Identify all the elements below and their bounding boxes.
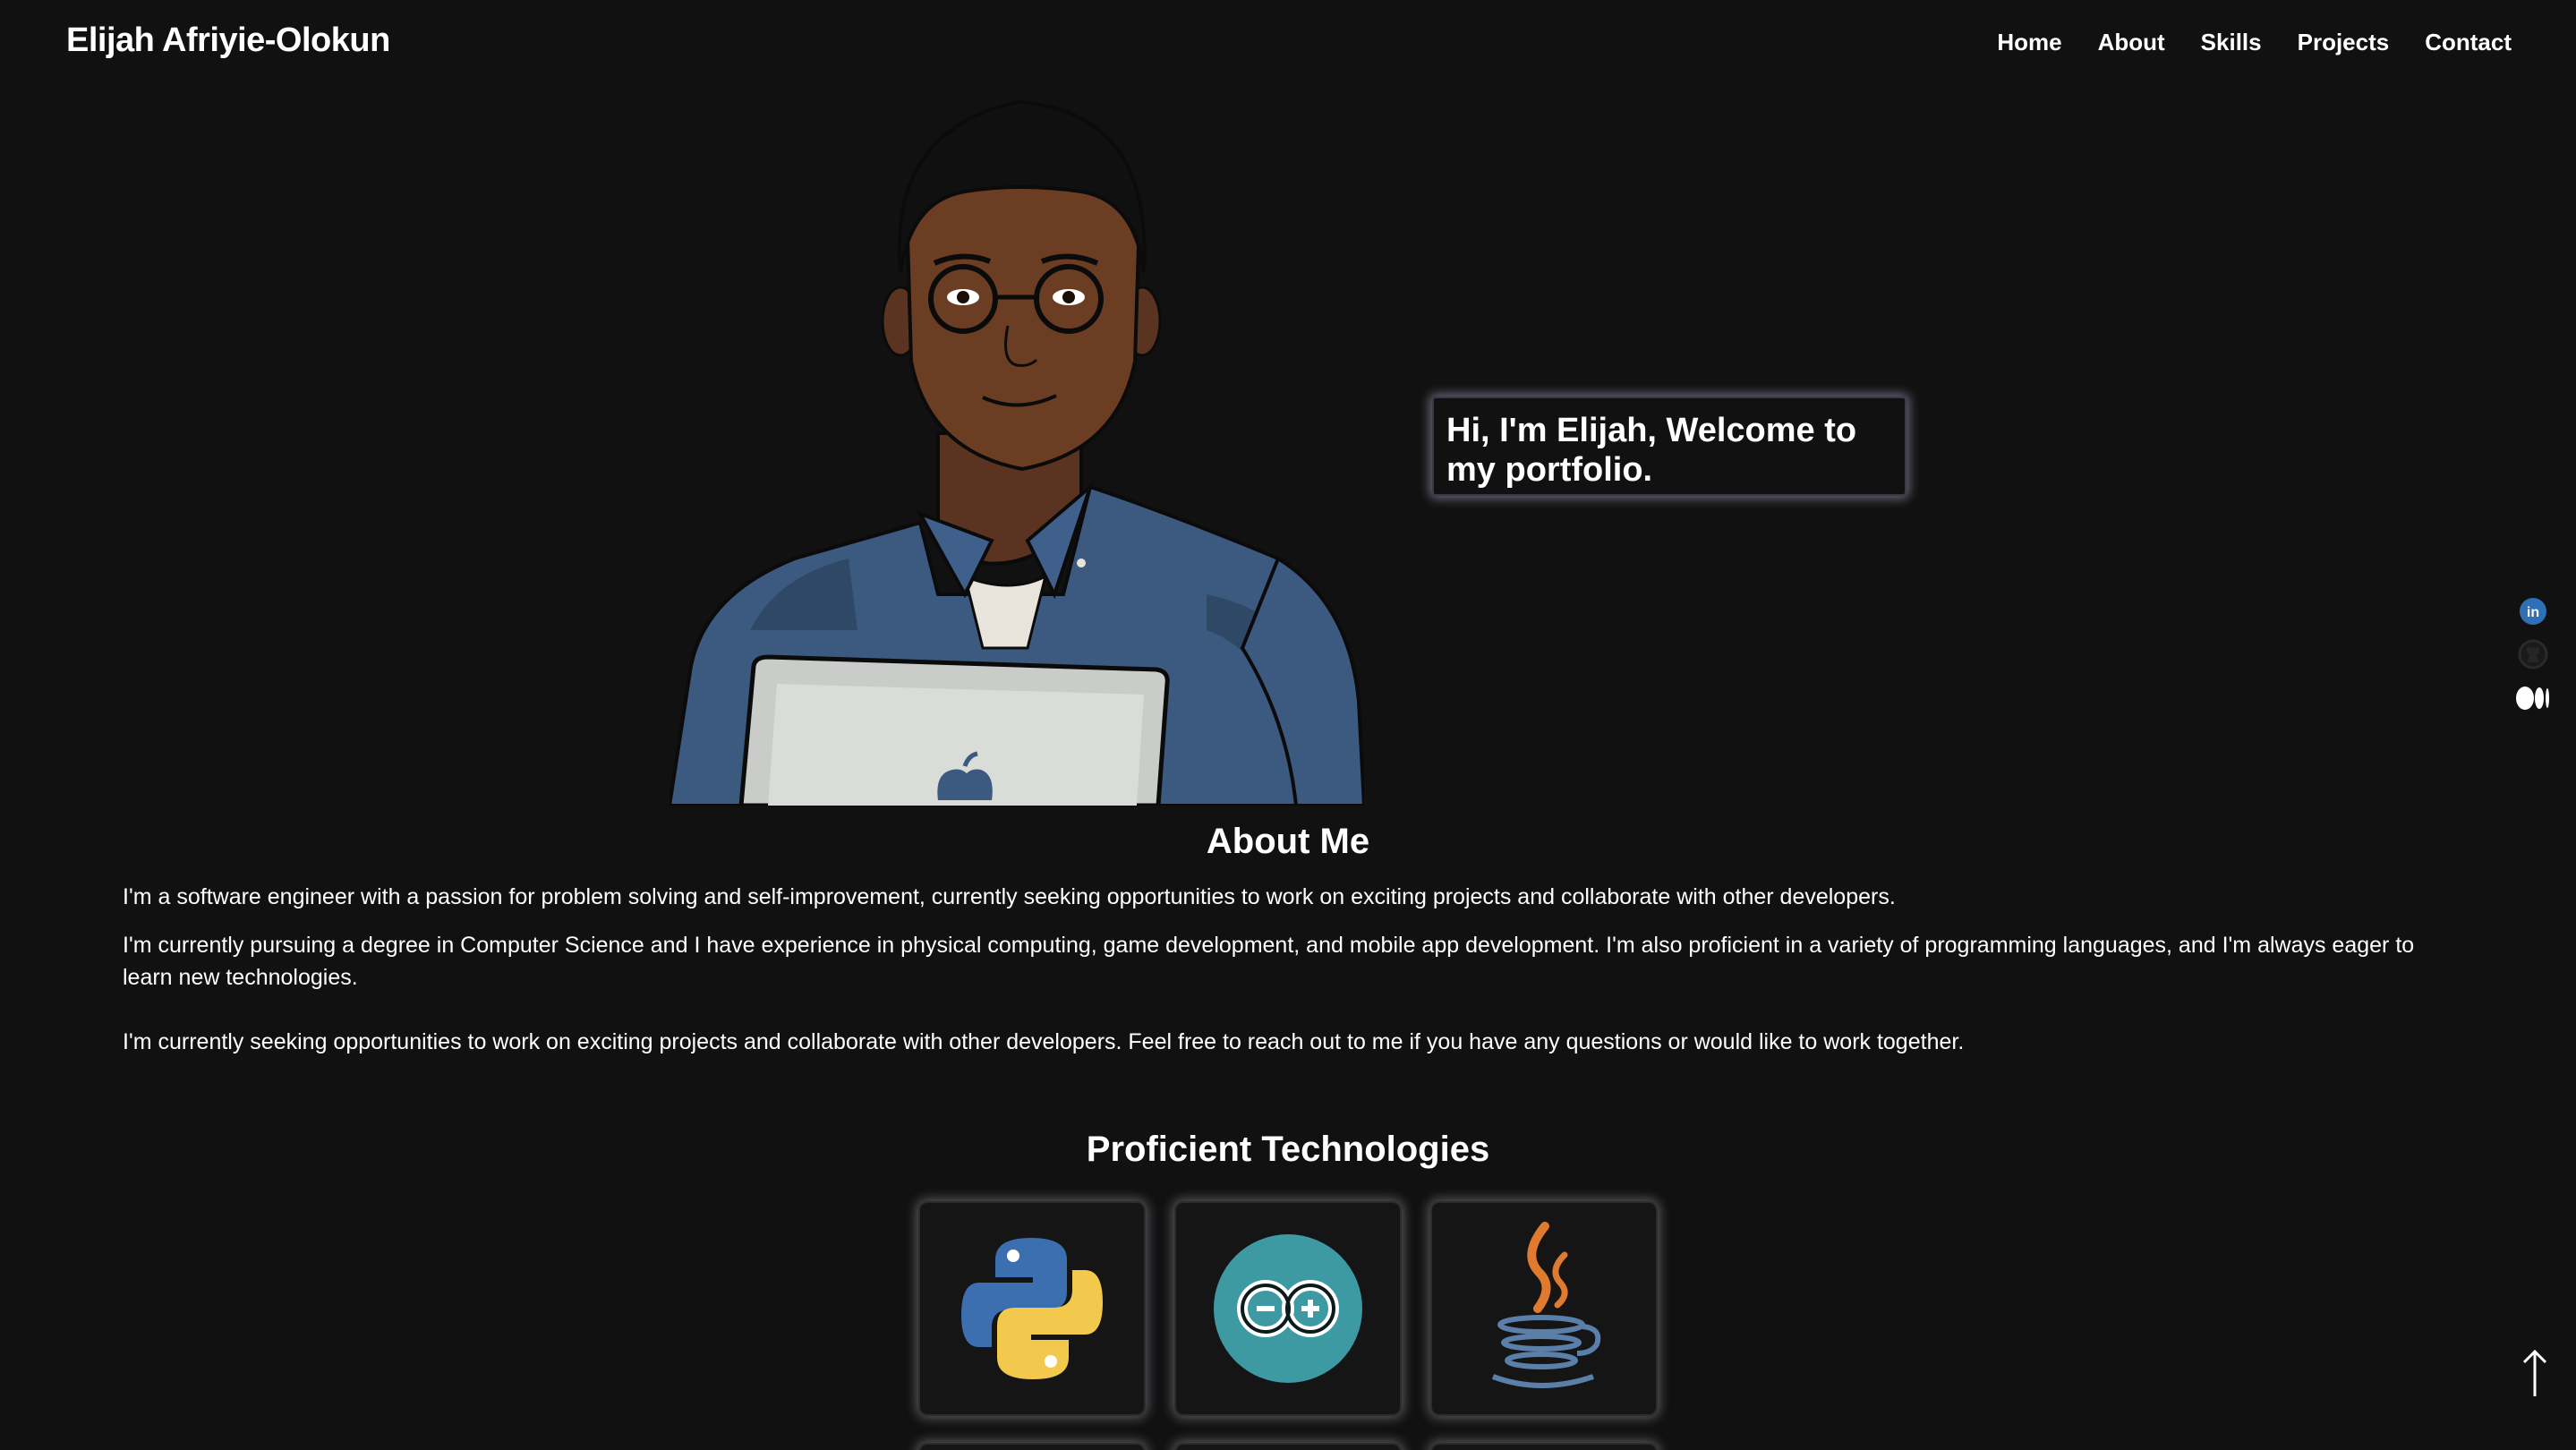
- nav-skills[interactable]: Skills: [2201, 29, 2262, 56]
- about-paragraph-1: I'm a software engineer with a passion f…: [123, 884, 1896, 909]
- python-icon: [961, 1238, 1103, 1379]
- about-paragraph-3: I'm currently seeking opportunities to w…: [123, 1029, 1965, 1054]
- linkedin-link[interactable]: in: [2515, 593, 2551, 629]
- technologies-heading: Proficient Technologies: [1086, 1130, 1490, 1169]
- scroll-to-top-button[interactable]: [2517, 1348, 2553, 1398]
- about-paragraph-2: I'm currently pursuing a degree in Compu…: [123, 933, 2415, 990]
- medium-icon: [2516, 687, 2549, 710]
- nav-home[interactable]: Home: [1997, 29, 2061, 56]
- nav-contact[interactable]: Contact: [2425, 29, 2512, 56]
- tech-card-java[interactable]: [1430, 1201, 1658, 1416]
- github-link[interactable]: [2515, 636, 2551, 672]
- tech-card[interactable]: [918, 1443, 1146, 1450]
- tech-card-arduino[interactable]: [1174, 1201, 1402, 1416]
- github-icon: [2518, 639, 2548, 670]
- arrow-up-icon: [2522, 1349, 2547, 1396]
- main-nav: Home About Skills Projects Contact: [1997, 29, 2512, 56]
- portfolio-page: Elijah Afriyie-Olokun Home About Skills …: [0, 0, 2576, 1450]
- java-icon: [1491, 1222, 1601, 1388]
- tech-card[interactable]: [1174, 1443, 1402, 1450]
- nav-about[interactable]: About: [2098, 29, 2165, 56]
- welcome-message: Hi, I'm Elijah, Welcome to my portfolio.: [1432, 397, 1906, 496]
- about-heading: About Me: [1206, 822, 1370, 861]
- tech-card[interactable]: [1430, 1443, 1658, 1450]
- avatar-illustration: [670, 93, 1364, 806]
- linkedin-icon: in: [2520, 598, 2546, 625]
- svg-text:in: in: [2527, 605, 2539, 620]
- arduino-icon: [1214, 1234, 1362, 1383]
- nav-projects[interactable]: Projects: [2298, 29, 2390, 56]
- medium-link[interactable]: [2515, 680, 2551, 716]
- site-title[interactable]: Elijah Afriyie-Olokun: [66, 21, 390, 60]
- tech-card-python[interactable]: [918, 1201, 1146, 1416]
